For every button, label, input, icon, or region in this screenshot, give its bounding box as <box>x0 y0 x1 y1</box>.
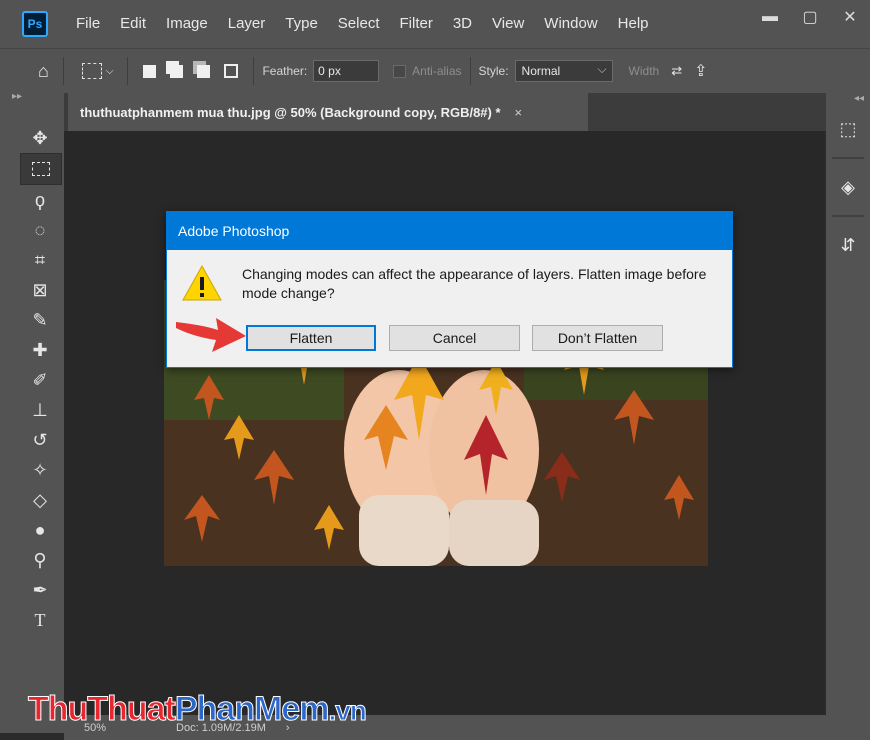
eyedropper-tool-icon[interactable]: ✎ <box>20 305 60 335</box>
menu-layer[interactable]: Layer <box>218 0 276 48</box>
home-icon[interactable]: ⌂ <box>38 61 49 82</box>
menu-help[interactable]: Help <box>608 0 659 48</box>
menu-file[interactable]: File <box>66 0 110 48</box>
swap-dimensions-icon[interactable]: ⇄ <box>671 63 682 79</box>
eraser-tool-icon[interactable]: ✧ <box>20 455 60 485</box>
watermark-part-3: .vn <box>328 695 367 727</box>
photoshop-window: Ps File Edit Image Layer Type Select Fil… <box>0 0 870 740</box>
red-arrow-icon <box>172 312 250 361</box>
watermark-logo: ThuThuatPhanMem.vn <box>28 690 368 729</box>
tools-panel: ▸▸ ✥ ϙ ◌ ⌗ ⊠ ✎ ✚ ✐ ⊥ ↺ ✧ ◇ ● ⚲ ✒ T <box>0 92 64 733</box>
dialog-title: Adobe Photoshop <box>167 212 732 250</box>
watermark-part-1: ThuThuat <box>28 690 177 729</box>
menu-edit[interactable]: Edit <box>110 0 156 48</box>
width-label: Width <box>628 64 660 78</box>
feather-label: Feather: <box>262 64 308 78</box>
watermark-part-2: PhanMem <box>174 690 330 729</box>
menu-3d[interactable]: 3D <box>443 0 482 48</box>
divider <box>469 57 471 85</box>
menu-image[interactable]: Image <box>156 0 218 48</box>
clone-stamp-tool-icon[interactable]: ⊥ <box>20 395 60 425</box>
window-controls: ▬ ▢ ✕ <box>750 0 870 34</box>
subtract-selection-icon[interactable] <box>197 64 211 78</box>
share-icon[interactable]: ⇪ <box>694 61 707 81</box>
document-tab-title: thuthuatphanmem mua thu.jpg @ 50% (Backg… <box>80 104 501 120</box>
menu-filter[interactable]: Filter <box>390 0 443 48</box>
right-panel-dock: ◂◂ ⬚ ◈ ⇵ <box>826 93 870 740</box>
marquee-preset-icon[interactable] <box>81 63 102 79</box>
history-brush-tool-icon[interactable]: ↺ <box>20 425 60 455</box>
flatten-button[interactable]: Flatten <box>246 325 376 351</box>
chevron-down-icon[interactable]: ⌵ <box>106 66 114 77</box>
antialias-label: Anti-alias <box>412 64 462 78</box>
flatten-dialog: Adobe Photoshop Changing modes can affec… <box>166 211 733 368</box>
layers-panel-icon[interactable]: ◈ <box>826 167 870 207</box>
feather-input[interactable]: 0 px <box>313 60 380 82</box>
pen-tool-icon[interactable]: ✒ <box>20 575 60 605</box>
add-to-selection-icon[interactable] <box>170 64 184 78</box>
warning-icon <box>181 264 223 307</box>
panel-collapse-icon[interactable]: ▸▸ <box>0 92 64 102</box>
divider <box>832 215 864 217</box>
photoshop-logo-icon[interactable]: Ps <box>22 11 48 37</box>
options-bar: ⌂ ⌵ Feather: 0 px Anti-alias Style: Norm… <box>0 48 870 93</box>
cancel-button[interactable]: Cancel <box>389 325 520 351</box>
dialog-message: Changing modes can affect the appearance… <box>242 266 707 301</box>
antialias-checkbox[interactable] <box>393 64 407 78</box>
divider <box>62 57 64 85</box>
new-selection-icon[interactable] <box>143 64 157 78</box>
maximize-icon[interactable]: ▢ <box>790 0 830 34</box>
menu-items: File Edit Image Layer Type Select Filter… <box>66 0 659 48</box>
document-tab-bar: thuthuatphanmem mua thu.jpg @ 50% (Backg… <box>64 93 826 131</box>
minimize-icon[interactable]: ▬ <box>750 0 790 34</box>
intersect-selection-icon[interactable] <box>224 64 239 78</box>
dodge-tool-icon[interactable]: ⚲ <box>20 545 60 575</box>
style-select[interactable]: Normal <box>514 59 613 82</box>
close-tab-icon[interactable]: × <box>515 105 523 120</box>
menu-view[interactable]: View <box>482 0 534 48</box>
lasso-tool-icon[interactable]: ϙ <box>20 185 60 215</box>
paint-bucket-tool-icon[interactable]: ◇ <box>20 485 60 515</box>
close-icon[interactable]: ✕ <box>830 0 870 34</box>
frame-tool-icon[interactable]: ⊠ <box>20 275 60 305</box>
quick-selection-tool-icon[interactable]: ◌ <box>20 215 60 245</box>
panel-collapse-icon[interactable]: ◂◂ <box>826 93 870 109</box>
style-label: Style: <box>478 64 509 78</box>
3d-panel-icon[interactable]: ⬚ <box>826 109 870 149</box>
brush-tool-icon[interactable]: ✐ <box>20 365 60 395</box>
healing-brush-tool-icon[interactable]: ✚ <box>20 335 60 365</box>
adjustments-panel-icon[interactable]: ⇵ <box>826 225 870 265</box>
divider <box>832 157 864 159</box>
type-tool-icon[interactable]: T <box>20 605 60 635</box>
marquee-tool-icon[interactable] <box>20 153 62 185</box>
crop-tool-icon[interactable]: ⌗ <box>20 245 60 275</box>
divider <box>253 57 255 85</box>
menu-bar: Ps File Edit Image Layer Type Select Fil… <box>0 0 870 48</box>
document-tab[interactable]: thuthuatphanmem mua thu.jpg @ 50% (Backg… <box>68 93 588 131</box>
move-tool-icon[interactable]: ✥ <box>20 123 60 153</box>
divider <box>127 57 129 85</box>
dont-flatten-button[interactable]: Don’t Flatten <box>532 325 663 351</box>
menu-select[interactable]: Select <box>328 0 390 48</box>
menu-window[interactable]: Window <box>534 0 607 48</box>
menu-type[interactable]: Type <box>275 0 328 48</box>
blur-tool-icon[interactable]: ● <box>20 515 60 545</box>
